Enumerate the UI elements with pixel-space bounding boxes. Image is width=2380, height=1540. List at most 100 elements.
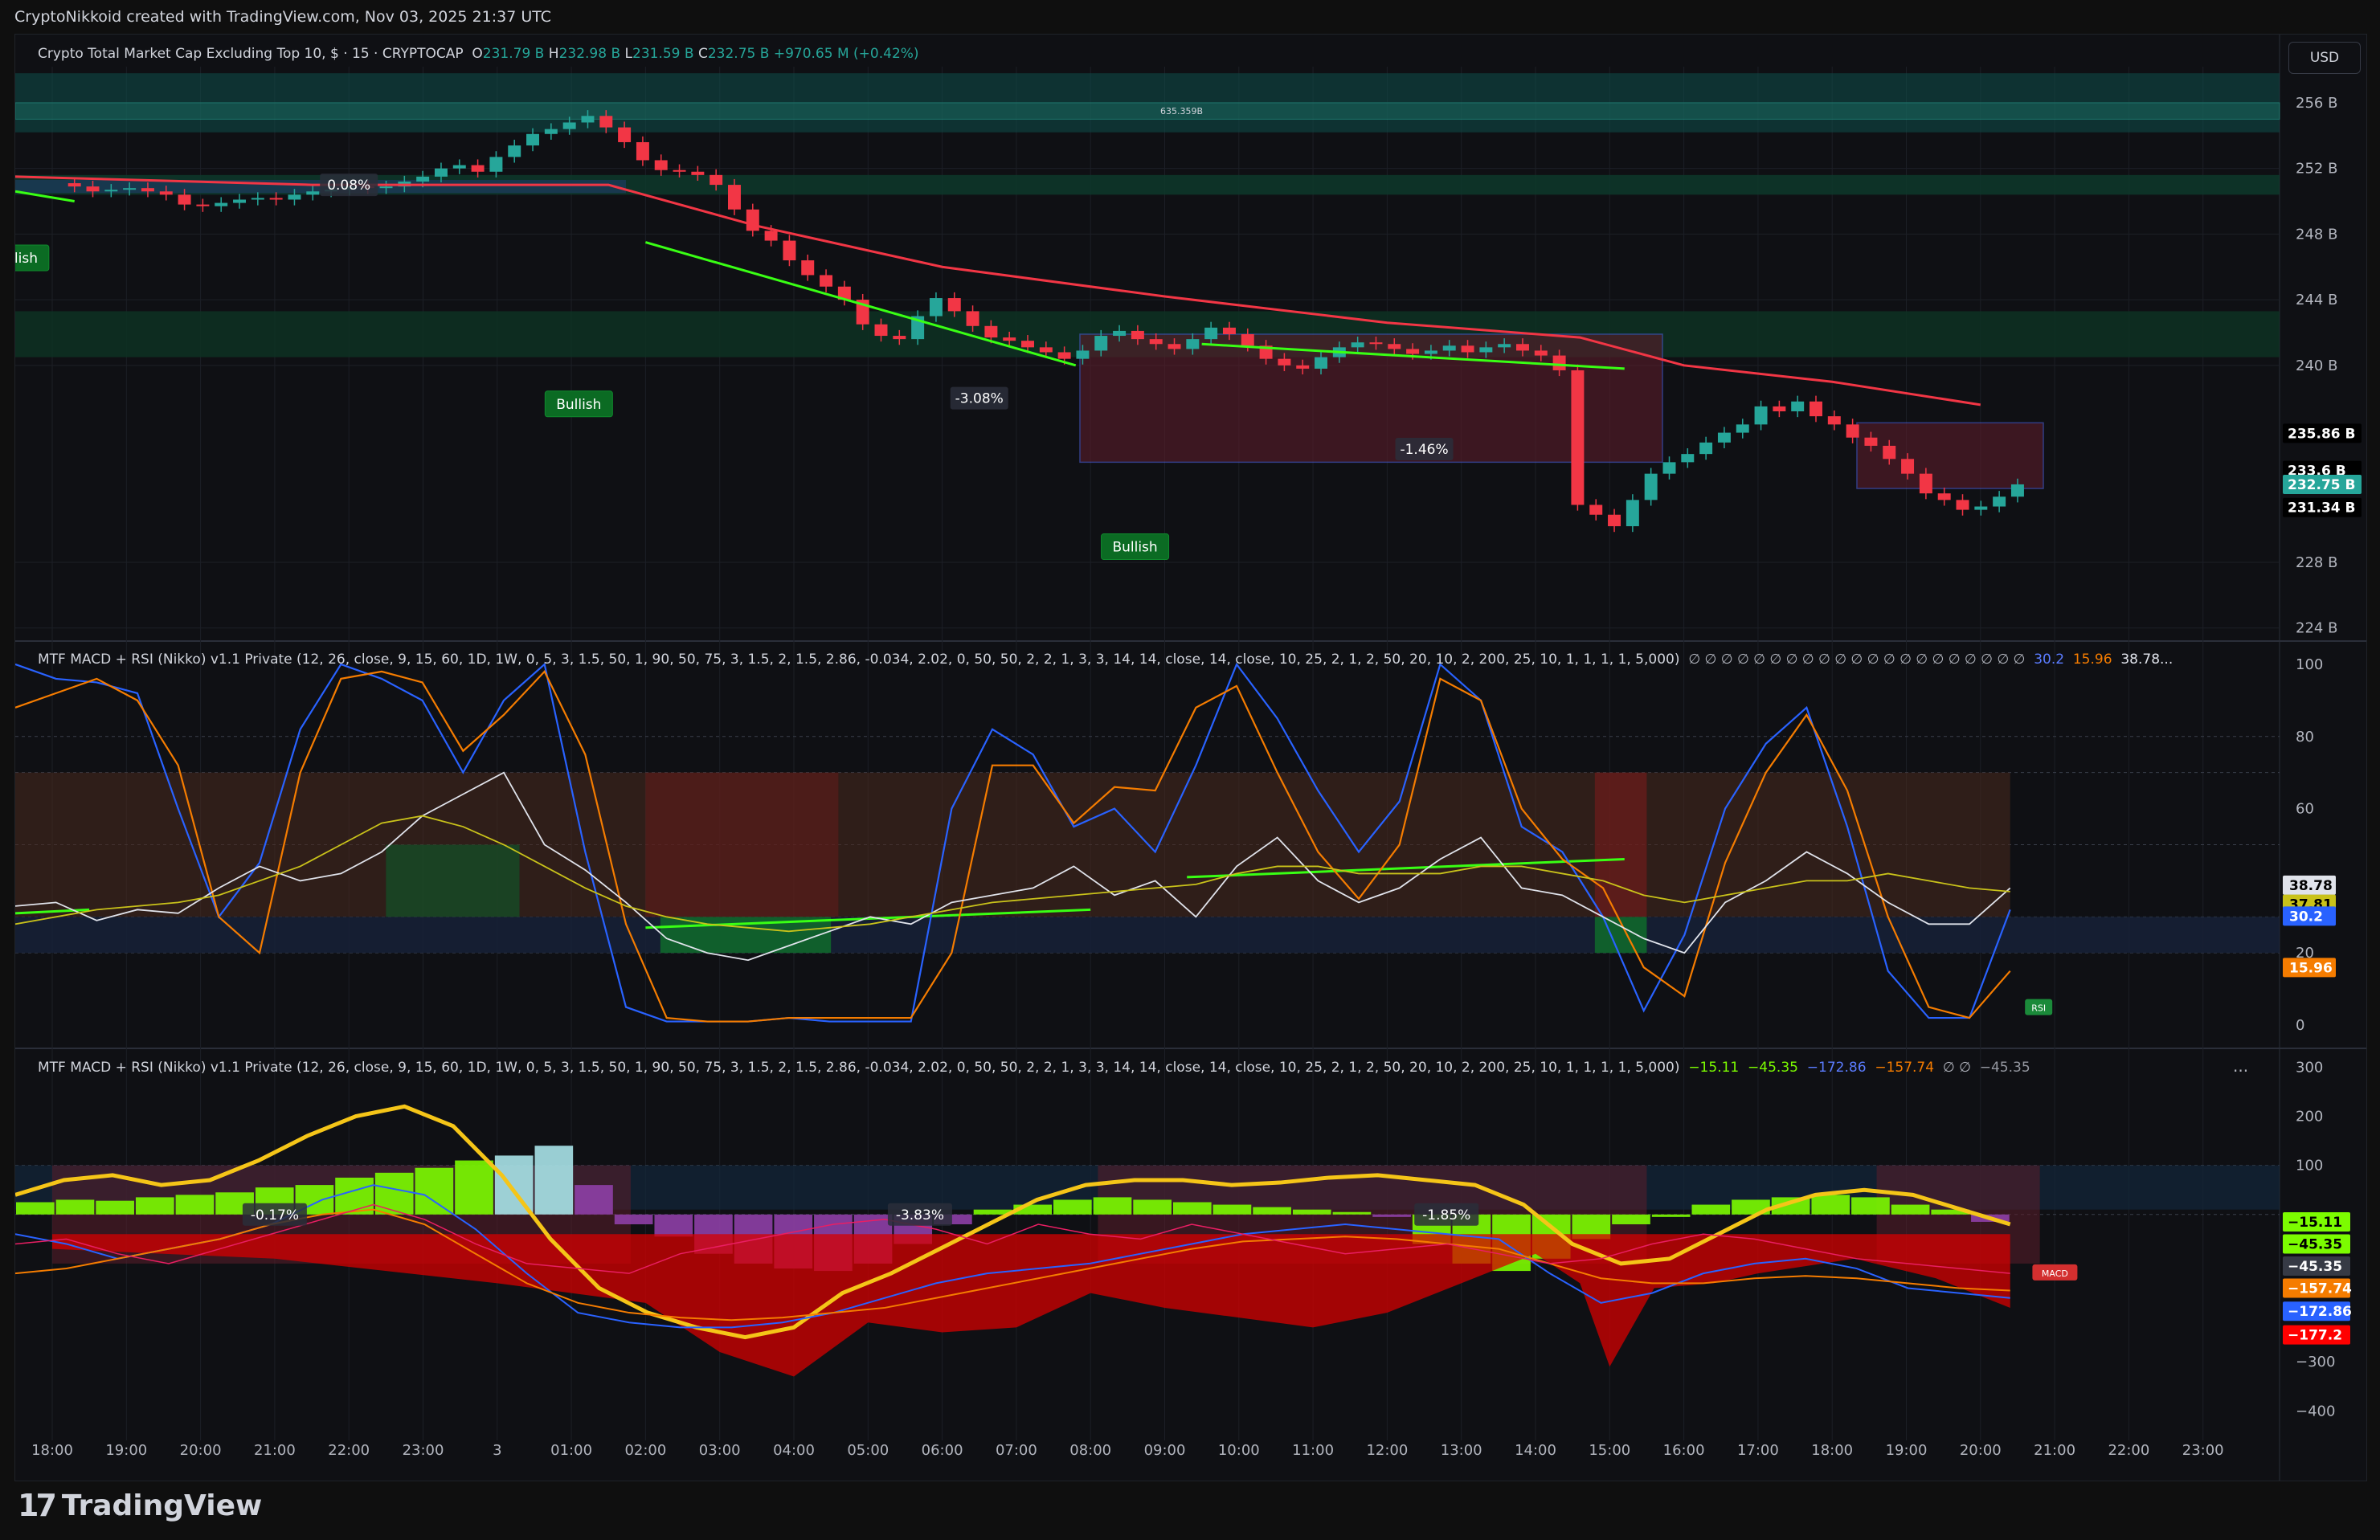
tradingview-mark-icon: 17 — [18, 1488, 57, 1523]
macd-histogram-bar — [534, 1146, 574, 1215]
macd-histogram-bar — [55, 1199, 95, 1215]
symbol-title[interactable]: Crypto Total Market Cap Excluding Top 10… — [38, 46, 464, 62]
macd-value-tag-text: −157.74 — [2288, 1281, 2352, 1297]
macd-histogram-bar — [1292, 1209, 1331, 1215]
rsi-null-values: ∅ ∅ ∅ ∅ ∅ ∅ ∅ ∅ ∅ ∅ ∅ ∅ ∅ ∅ ∅ ∅ ∅ ∅ ∅ ∅ … — [1688, 652, 2026, 668]
candle-body — [1369, 342, 1383, 345]
candle-body — [966, 311, 979, 326]
y-tick-label: 252 B — [2296, 161, 2337, 178]
candle-body — [416, 176, 430, 182]
candle-body — [1773, 406, 1786, 412]
x-tick-label: 11:00 — [1292, 1442, 1334, 1459]
candle-body — [1149, 339, 1163, 345]
x-tick-label: 3 — [493, 1442, 501, 1459]
macd-value-6: −45.35 — [1979, 1060, 2030, 1076]
candle-body — [104, 190, 118, 192]
x-tick-label: 10:00 — [1218, 1442, 1260, 1459]
candle-body — [1791, 401, 1805, 412]
ohlc-high: H232.98 B — [548, 46, 621, 62]
macd-value-3: −172.86 — [1806, 1060, 1867, 1076]
bullish-tag-text: Bullish — [556, 397, 601, 413]
candle-body — [1993, 496, 2006, 507]
x-tick-label: 09:00 — [1144, 1442, 1186, 1459]
candle-body — [379, 186, 393, 189]
macd-value-2: −45.35 — [1748, 1060, 1798, 1076]
candle-body — [1864, 437, 1878, 446]
currency-selector[interactable]: USD — [2288, 42, 2361, 74]
macd-indicator-title[interactable]: MTF MACD + RSI (Nikko) v1.1 Private (12,… — [38, 1060, 1680, 1076]
candle-body — [1204, 327, 1218, 340]
percent-badge-text: 0.08% — [327, 178, 370, 194]
y-tick-label: 248 B — [2296, 226, 2337, 243]
rsi-green-zone — [386, 844, 520, 917]
macd-percent-text: -1.85% — [1422, 1207, 1470, 1223]
x-tick-label: 03:00 — [699, 1442, 741, 1459]
x-tick-label: 13:00 — [1441, 1442, 1482, 1459]
chart-frame[interactable]: 635.359B 0.08% -3.08% -1.46% Bullish Bullish B… — [14, 34, 2367, 1481]
macd-label-text: MACD — [2042, 1268, 2068, 1279]
candle-body — [1278, 358, 1291, 366]
y-tick-label: 240 B — [2296, 357, 2337, 374]
x-tick-label: 15:00 — [1589, 1442, 1630, 1459]
macd-histogram-bar — [335, 1177, 374, 1215]
x-tick-label: 21:00 — [2034, 1442, 2075, 1459]
candle-body — [801, 260, 815, 276]
x-tick-label: 04:00 — [773, 1442, 815, 1459]
candle-body — [489, 157, 503, 172]
chart-canvas[interactable]: 635.359B 0.08% -3.08% -1.46% Bullish Bullish B… — [15, 35, 2366, 1481]
y-tick-label: 300 — [2296, 1059, 2323, 1076]
rsi-value-a: 30.2 — [2034, 652, 2065, 668]
candle-body — [1827, 416, 1841, 425]
candle-body — [1186, 339, 1200, 349]
candle-body — [691, 171, 705, 175]
candle-body — [728, 185, 741, 210]
x-tick-label: 21:00 — [254, 1442, 296, 1459]
candle-body — [1810, 401, 1822, 417]
macd-histogram-bar — [1053, 1199, 1092, 1215]
y-tick-label: 228 B — [2296, 554, 2337, 571]
candle-body — [673, 170, 686, 172]
rsi-value-c: 38.78... — [2120, 652, 2173, 668]
y-tick-label: 200 — [2296, 1109, 2323, 1125]
rsi-indicator-title[interactable]: MTF MACD + RSI (Nikko) v1.1 Private (12,… — [38, 652, 1680, 668]
rsi-value-b: 15.96 — [2072, 652, 2112, 668]
macd-histogram-bar — [1811, 1195, 1850, 1215]
candle-body — [710, 174, 723, 186]
candle-body — [233, 199, 246, 203]
candle-body — [86, 186, 100, 192]
candle-body — [2010, 484, 2024, 497]
rsi-label-text: RSI — [2031, 1003, 2046, 1014]
rsi-band — [15, 917, 2280, 954]
candle-body — [893, 336, 906, 340]
candle-body — [508, 145, 521, 157]
x-tick-label: 01:00 — [550, 1442, 592, 1459]
macd-more-menu[interactable]: ... — [2233, 1056, 2248, 1076]
candle-body — [1974, 506, 1988, 510]
main-pane-legend: Crypto Total Market Cap Excluding Top 10… — [38, 46, 919, 62]
rsi-red-zone — [645, 772, 839, 917]
macd-histogram-bar — [1253, 1207, 1291, 1215]
candle-body — [1241, 334, 1254, 346]
ohlc-close: C232.75 B — [697, 46, 770, 62]
tradingview-logo: 17 TradingView — [18, 1486, 262, 1525]
x-tick-label: 12:00 — [1366, 1442, 1408, 1459]
macd-red-area — [52, 1234, 2010, 1377]
rsi-band — [15, 772, 2010, 917]
candle-body — [1901, 459, 1915, 474]
y-tick-label: 224 B — [2296, 620, 2337, 637]
rsi-value-tag-text: 15.96 — [2289, 960, 2333, 976]
x-tick-label: 14:00 — [1515, 1442, 1556, 1459]
macd-histogram-bar — [1093, 1197, 1132, 1215]
x-tick-label: 06:00 — [922, 1442, 963, 1459]
candle-body — [1113, 330, 1127, 337]
macd-histogram-bar — [1651, 1214, 1691, 1217]
candle-body — [1296, 365, 1310, 369]
candle-body — [1406, 349, 1420, 354]
macd-histogram-bar — [135, 1197, 174, 1215]
macd-histogram-bar — [16, 1202, 55, 1215]
macd-histogram-bar — [1612, 1214, 1650, 1225]
x-tick-label: 02:00 — [624, 1442, 666, 1459]
candle-body — [1571, 370, 1585, 505]
macd-histogram-bar — [654, 1214, 693, 1237]
y-tick-label: −300 — [2296, 1354, 2335, 1370]
